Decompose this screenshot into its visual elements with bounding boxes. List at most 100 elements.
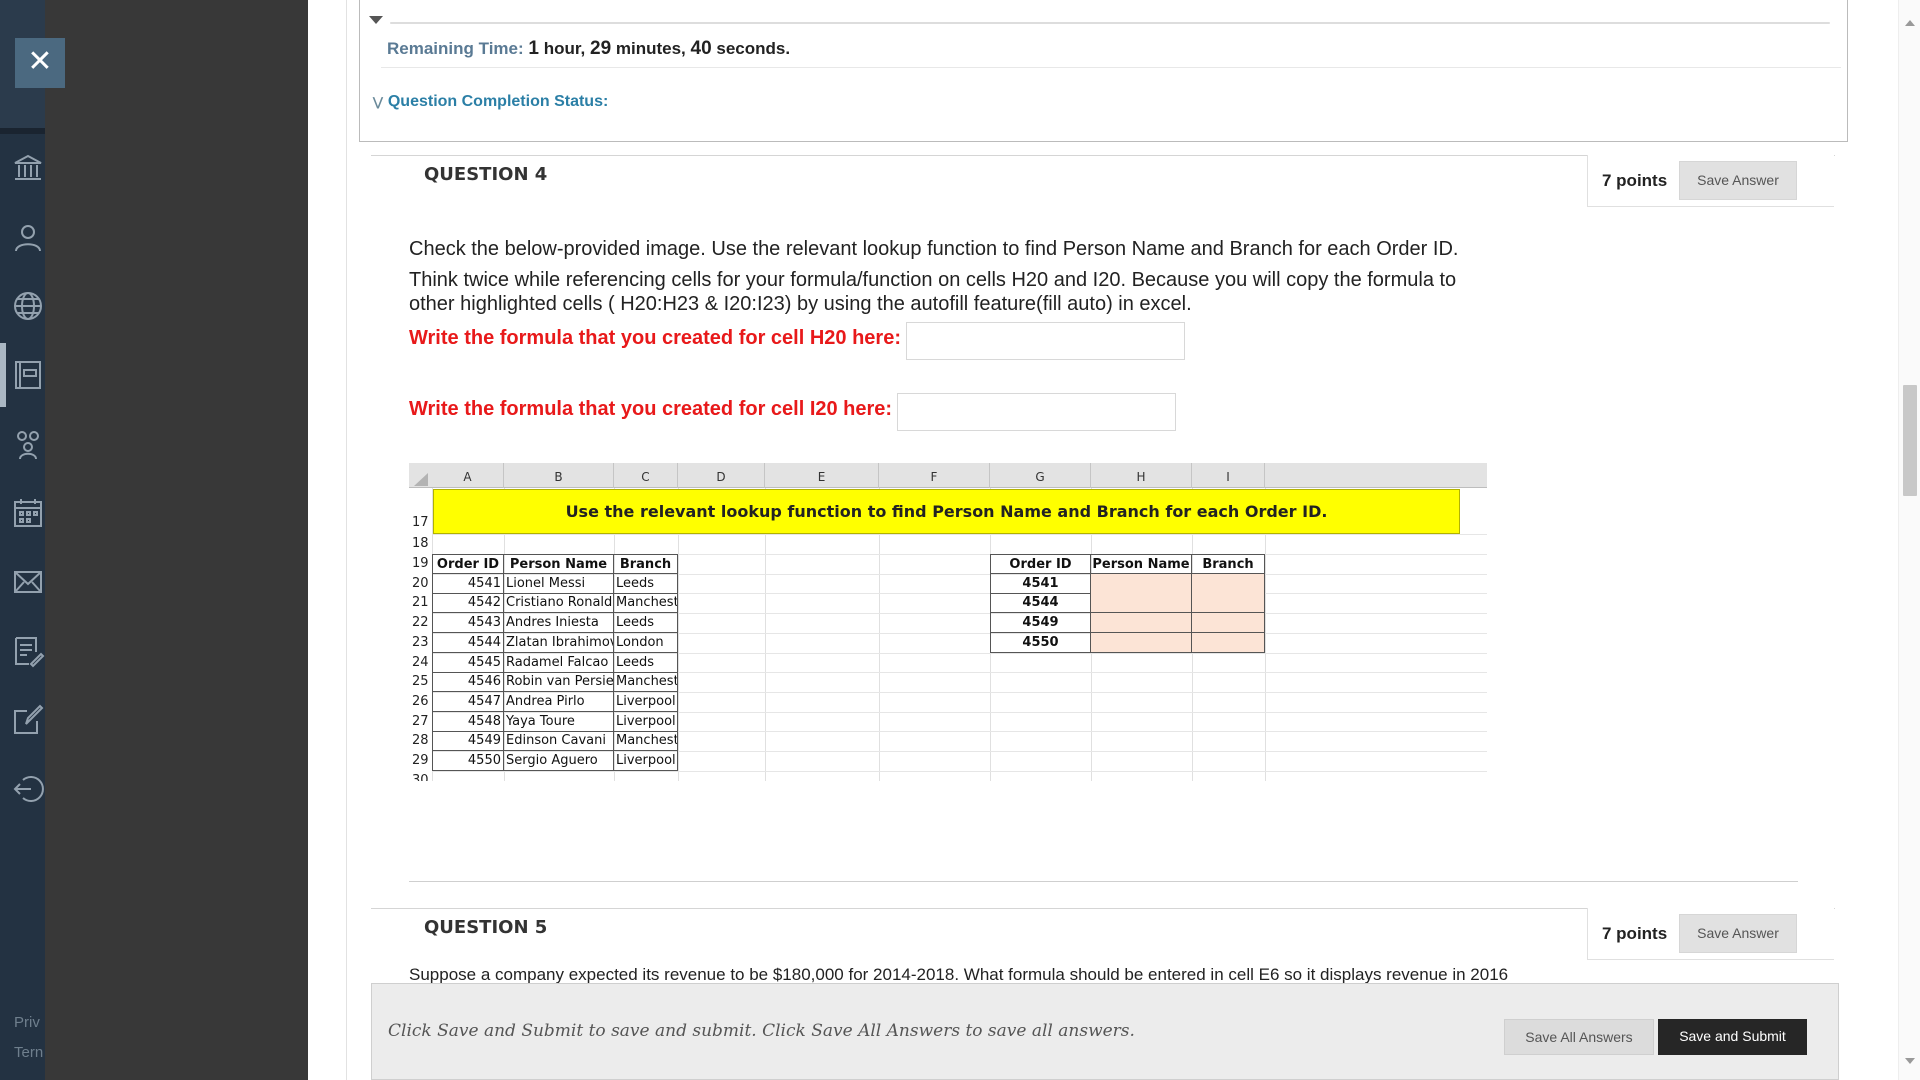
row-header-23: 23 xyxy=(412,634,429,650)
column-header-a: A xyxy=(432,463,504,488)
right-table-header: Order ID xyxy=(990,554,1091,574)
branch-answer-cell xyxy=(1192,613,1265,634)
privacy-link[interactable]: Priv xyxy=(14,1014,40,1031)
prompt-h20: Write the formula that you created for c… xyxy=(409,327,901,349)
save-all-answers-button[interactable]: Save All Answers xyxy=(1504,1019,1654,1055)
left-order-id: 4546 xyxy=(432,672,504,693)
question-4-save-answer-button[interactable]: Save Answer xyxy=(1679,161,1797,200)
left-order-id: 4544 xyxy=(432,632,504,653)
left-person-name: Yaya Toure xyxy=(504,711,614,732)
column-header-g: G xyxy=(990,463,1091,488)
person-name-answer-cell xyxy=(1091,573,1192,594)
left-order-id: 4548 xyxy=(432,711,504,732)
column-header-bar: ABCDEFGHI xyxy=(409,463,1487,488)
left-person-name: Radamel Falcao xyxy=(504,652,614,673)
status-progress-track xyxy=(390,22,1830,24)
messages-icon[interactable] xyxy=(11,565,45,599)
row-header-30: 30 xyxy=(412,772,429,781)
grades-icon[interactable] xyxy=(11,634,45,668)
chevron-down-icon: ⋁ xyxy=(373,95,383,109)
row-header-19: 19 xyxy=(412,556,429,571)
left-branch: Leeds xyxy=(614,652,678,673)
groups-icon[interactable] xyxy=(11,427,45,461)
scrollbar-thumb[interactable] xyxy=(1903,385,1917,496)
left-table-header: Person Name xyxy=(504,554,614,574)
profile-icon[interactable] xyxy=(11,221,45,255)
question-completion-status-label: Question Completion Status: xyxy=(387,93,609,110)
left-order-id: 4545 xyxy=(432,652,504,673)
row-header-20: 20 xyxy=(412,575,429,591)
row-header-18: 18 xyxy=(412,536,429,551)
question-4-title: QUESTION 4 xyxy=(424,164,548,185)
instruction-banner: Use the relevant lookup function to find… xyxy=(433,489,1460,534)
scroll-down-arrow-icon[interactable] xyxy=(1905,1058,1915,1064)
row-header-22: 22 xyxy=(412,615,429,631)
left-branch: Leeds xyxy=(614,613,678,634)
question-4-points: 7 points xyxy=(1602,171,1668,190)
left-navigation-rail: Priv Tern xyxy=(0,0,45,1080)
left-person-name: Lionel Messi xyxy=(504,573,614,594)
answer-h20-input[interactable] xyxy=(906,322,1185,360)
left-branch: Manchester xyxy=(614,731,678,752)
column-header-f: F xyxy=(879,463,990,488)
left-order-id: 4543 xyxy=(432,613,504,634)
left-order-id: 4541 xyxy=(432,573,504,594)
question-4-text-line-1: Check the below-provided image. Use the … xyxy=(409,238,1459,260)
signout-icon[interactable] xyxy=(11,772,45,806)
branch-answer-cell xyxy=(1192,632,1265,653)
left-order-id: 4547 xyxy=(432,691,504,712)
question-4-text: Check the below-provided image. Use the … xyxy=(409,235,1479,319)
right-order-id: 4544 xyxy=(990,593,1091,614)
calendar-icon[interactable] xyxy=(11,496,45,530)
answer-i20-input[interactable] xyxy=(897,393,1176,431)
left-branch: Liverpool xyxy=(614,691,678,712)
institution-icon[interactable] xyxy=(11,151,45,185)
close-panel-button[interactable]: ✕ xyxy=(15,38,65,88)
question-4-points-box: 7 points Save Answer xyxy=(1587,155,1834,207)
tools-icon[interactable] xyxy=(11,703,45,737)
left-person-name: Andres Iniesta xyxy=(504,613,614,634)
spreadsheet-image: ABCDEFGHI 17 18 19 20 21 22 23 24 25 26 27 28 29 30 Us… xyxy=(409,463,1487,781)
left-branch: Manchester xyxy=(614,593,678,614)
question-5-save-answer-button[interactable]: Save Answer xyxy=(1679,914,1797,953)
column-header-b: B xyxy=(504,463,614,488)
left-order-id: 4542 xyxy=(432,593,504,614)
select-all-corner xyxy=(414,473,428,486)
branch-answer-cell xyxy=(1192,593,1265,614)
row-header-29: 29 xyxy=(412,753,429,768)
left-branch: Manchester xyxy=(614,672,678,693)
courses-icon[interactable] xyxy=(11,358,45,392)
column-header-i: I xyxy=(1192,463,1265,488)
rail-header-divider xyxy=(0,128,45,134)
branch-answer-cell xyxy=(1192,573,1265,594)
page-scrollbar[interactable] xyxy=(1898,0,1920,1080)
close-icon: ✕ xyxy=(27,45,53,78)
globe-icon[interactable] xyxy=(11,289,45,323)
collapse-triangle-icon[interactable] xyxy=(369,16,383,24)
remaining-minutes-unit: minutes, xyxy=(615,39,686,58)
row-header-28: 28 xyxy=(412,733,429,749)
gridline-horizontal xyxy=(432,534,1487,535)
remaining-seconds-unit: seconds. xyxy=(716,39,791,58)
column-header-e: E xyxy=(765,463,879,488)
row-header-27: 27 xyxy=(412,713,429,729)
question-5-text: Suppose a company expected its revenue t… xyxy=(409,965,1509,984)
row-header-17: 17 xyxy=(412,515,429,530)
left-person-name: Cristiano Ronaldo xyxy=(504,593,614,614)
terms-link[interactable]: Tern xyxy=(14,1044,43,1061)
row-header-26: 26 xyxy=(412,693,429,709)
save-bar: Click Save and Submit to save and submit… xyxy=(371,983,1839,1080)
left-branch: Liverpool xyxy=(614,711,678,732)
rail-active-indicator xyxy=(0,343,6,407)
remaining-time: Remaining Time: 1 hour, 29 minutes, 40 s… xyxy=(387,38,790,60)
person-name-answer-cell xyxy=(1091,613,1192,634)
scroll-up-arrow-icon[interactable] xyxy=(1905,20,1915,26)
left-order-id: 4549 xyxy=(432,731,504,752)
question-completion-status-toggle[interactable]: ⋁ Question Completion Status: xyxy=(373,93,608,111)
left-table-header: Order ID xyxy=(432,554,504,574)
left-branch: Liverpool xyxy=(614,751,678,771)
remaining-hours-unit: hour, xyxy=(543,39,586,58)
left-person-name: Robin van Persie xyxy=(504,672,614,693)
left-branch: Leeds xyxy=(614,573,678,594)
save-and-submit-button[interactable]: Save and Submit xyxy=(1658,1019,1807,1055)
